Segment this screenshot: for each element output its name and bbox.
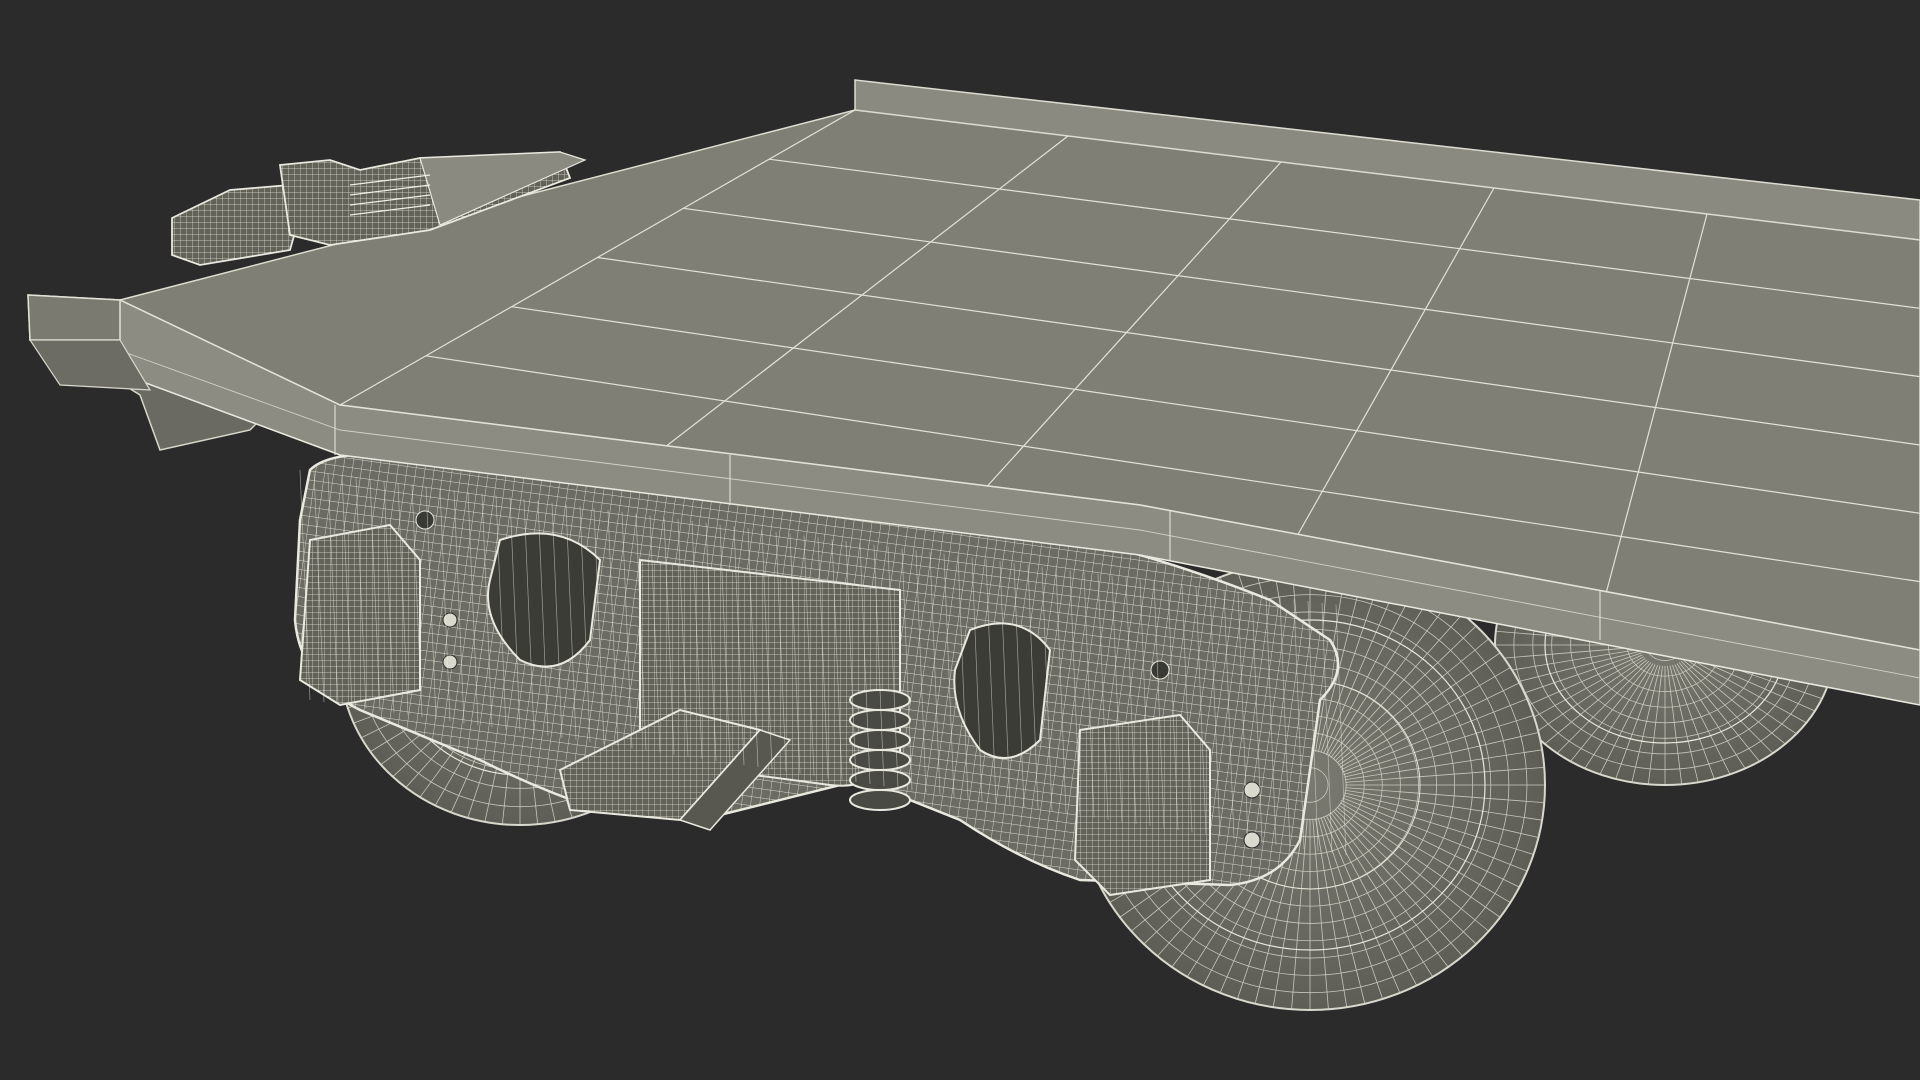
wireframe-render xyxy=(27,79,1920,1011)
render-viewport xyxy=(0,0,1920,1080)
